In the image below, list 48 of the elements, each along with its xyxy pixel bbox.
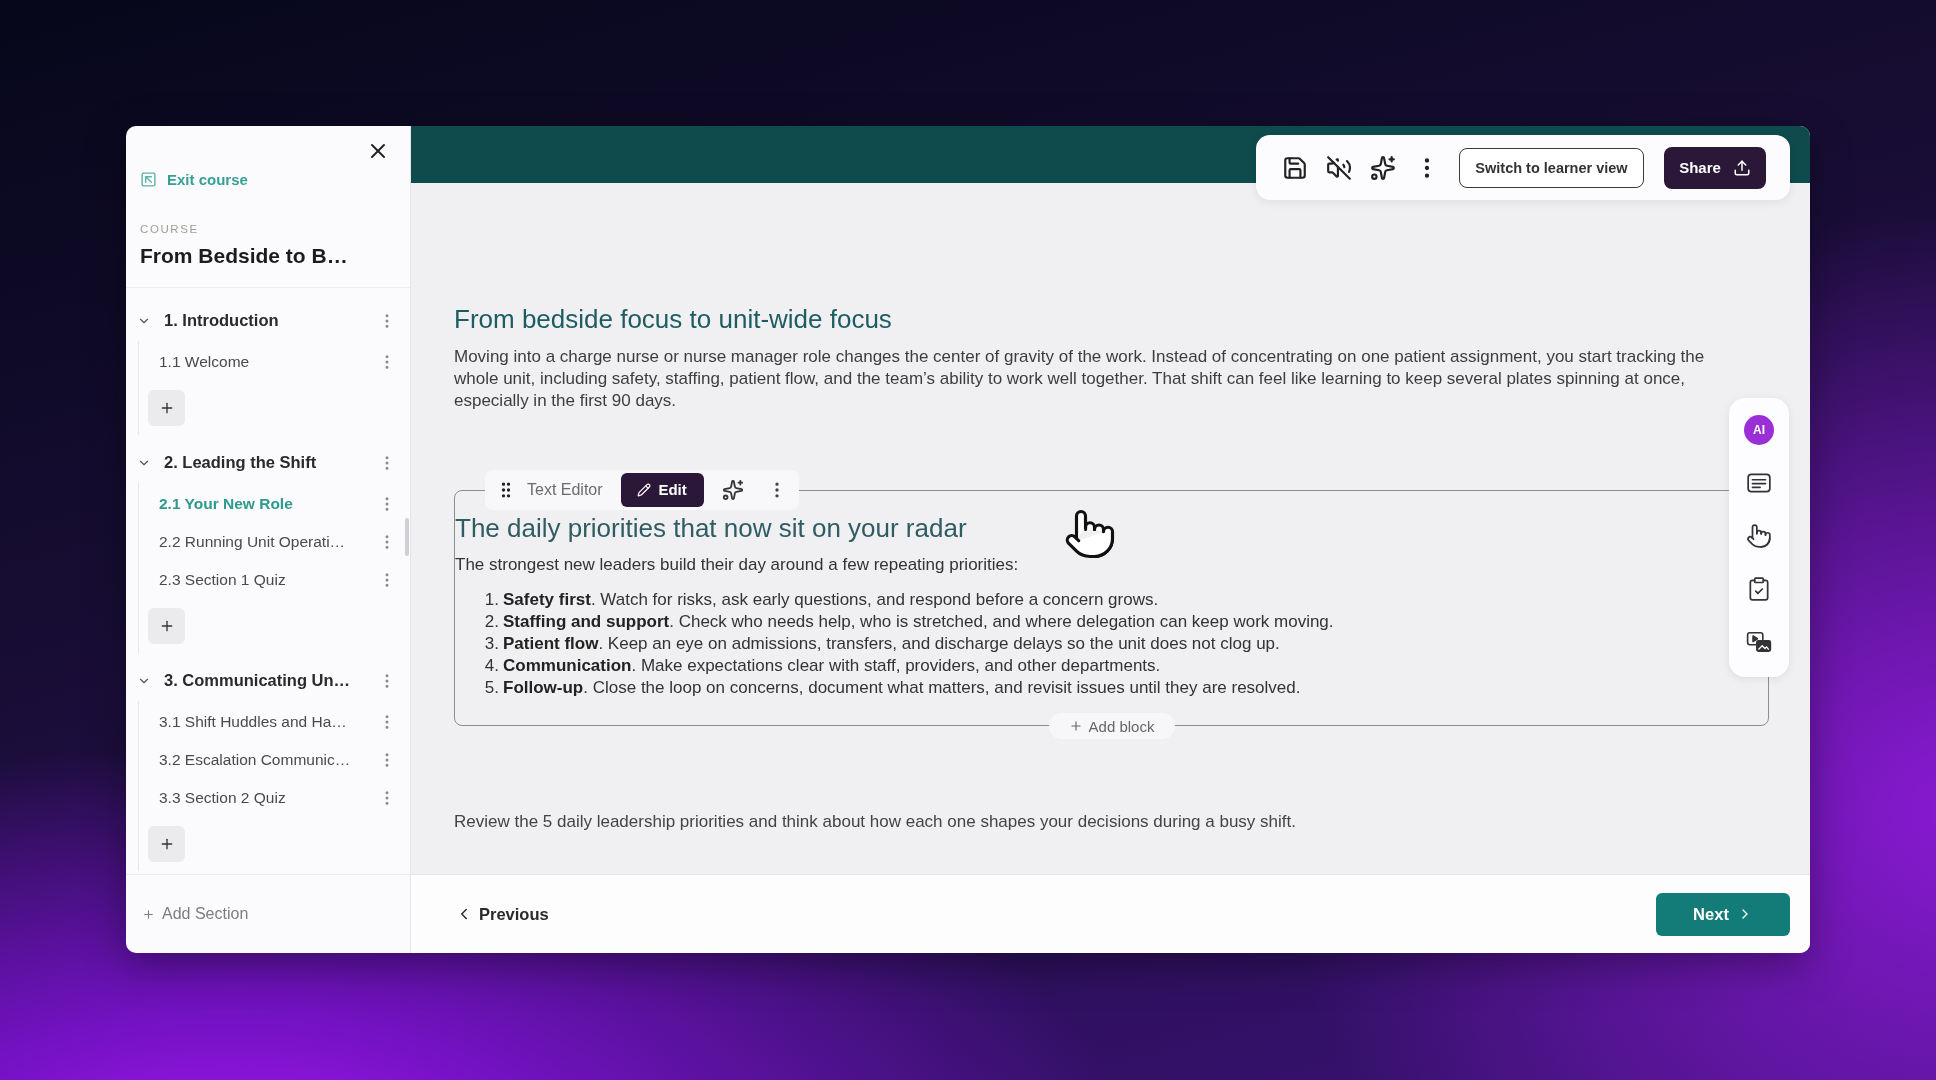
review-text: Review the 5 daily leadership priorities and think about how each one shapes your decisions during a busy shift. bbox=[454, 811, 1297, 833]
priority-text: Communication. Make expectations clear with staff, providers, and other departments. bbox=[503, 655, 1161, 677]
list-number: 5. bbox=[483, 677, 499, 699]
ai-button[interactable]: AI bbox=[1744, 415, 1774, 445]
share-button[interactable]: Share bbox=[1664, 146, 1766, 189]
add-section-button[interactable]: Add Section bbox=[142, 905, 249, 923]
intro-paragraph: Moving into a charge nurse or nurse manager role changes the center of gravity of the work. Instead of concentrating on one patient assignment, you start tracking the whole unit, including safety, staffing, patient flow, and the team’s ability to work well together. That shift can feel like learning to keep several plates spinning at once, especially in the first 90 days. bbox=[454, 346, 1706, 412]
list-number: 4. bbox=[483, 655, 499, 677]
priority-text: Follow-up. Close the loop on concerns, document what matters, and revisit issues until they are resolved. bbox=[503, 677, 1301, 699]
upload-icon bbox=[1732, 158, 1751, 177]
course-title: From Bedside to B… bbox=[140, 242, 349, 269]
add-lesson-button[interactable] bbox=[148, 825, 185, 862]
add-lesson-button[interactable] bbox=[148, 607, 185, 644]
lesson-item[interactable]: 3.1 Shift Huddles and Ha… bbox=[159, 712, 378, 731]
list-number: 3. bbox=[483, 633, 499, 655]
block-intro: The strongest new leaders build their day around a few repeating priorities: bbox=[455, 554, 1020, 576]
lesson-item[interactable]: 2.2 Running Unit Operati… bbox=[159, 532, 378, 551]
sparkles-icon[interactable] bbox=[721, 478, 744, 501]
plus-icon bbox=[142, 907, 155, 921]
priority-text: Staffing and support. Check who needs help, who is stretched, and where delegation can keep work moving. bbox=[503, 611, 1334, 633]
add-lesson-button[interactable] bbox=[148, 389, 185, 426]
section-title[interactable]: 3. Communicating Un… bbox=[164, 671, 378, 690]
lesson-item[interactable]: 1.1 Welcome bbox=[159, 352, 378, 371]
lesson-item[interactable]: 3.3 Section 2 Quiz bbox=[159, 788, 378, 807]
edit-button[interactable]: Edit bbox=[620, 472, 704, 507]
sparkles-icon[interactable] bbox=[1370, 154, 1396, 181]
pencil-icon bbox=[637, 482, 652, 497]
priority-text: Patient flow. Keep an eye on admissions, transfers, and discharge delays so the unit does not clog up. bbox=[503, 633, 1280, 655]
section-title[interactable]: 2. Leading the Shift bbox=[164, 453, 378, 472]
pointer-hand-icon[interactable] bbox=[1746, 521, 1772, 551]
clipboard-check-icon[interactable] bbox=[1746, 574, 1772, 604]
add-block-button[interactable]: Add block bbox=[1048, 713, 1175, 739]
learner-view-button[interactable]: Switch to learner view bbox=[1459, 147, 1644, 188]
next-button[interactable]: Next bbox=[1656, 892, 1790, 936]
section-heading: From bedside focus to unit-wide focus bbox=[454, 304, 893, 334]
save-icon[interactable] bbox=[1282, 154, 1308, 181]
lesson-item[interactable]: 3.2 Escalation Communic… bbox=[159, 750, 378, 769]
sound-off-icon[interactable] bbox=[1326, 154, 1352, 181]
list-number: 1. bbox=[483, 589, 499, 611]
block-type-label: Text Editor bbox=[527, 480, 603, 499]
block-heading: The daily priorities that now sit on your radar bbox=[455, 513, 968, 543]
list-number: 2. bbox=[483, 611, 499, 633]
section-title[interactable]: 1. Introduction bbox=[164, 311, 378, 330]
lesson-item[interactable]: 2.3 Section 1 Quiz bbox=[159, 570, 378, 589]
previous-button[interactable]: Previous bbox=[455, 904, 549, 924]
priority-text: Safety first. Watch for risks, ask early questions, and respond before a concern grows. bbox=[503, 589, 1159, 611]
course-label: COURSE bbox=[140, 221, 200, 237]
plus-icon bbox=[1068, 719, 1083, 733]
